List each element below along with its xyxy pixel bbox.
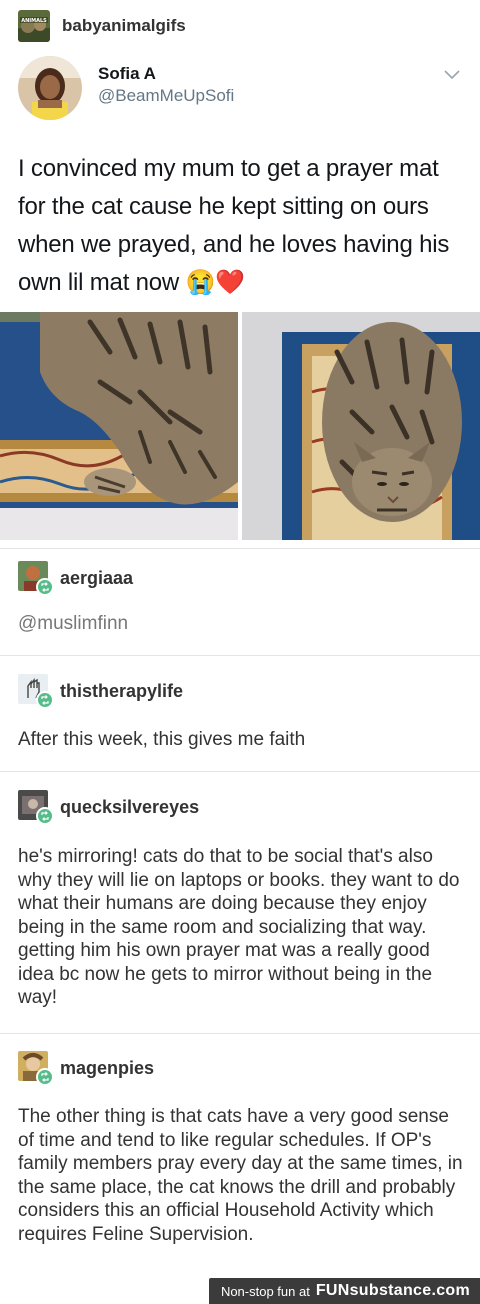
chevron-down-icon[interactable] bbox=[444, 68, 460, 80]
reblog-username[interactable]: thistherapylife bbox=[60, 681, 183, 702]
reblog-username[interactable]: quecksilvereyes bbox=[60, 797, 199, 818]
reblog-text: he's mirroring! cats do that to be socia… bbox=[18, 846, 460, 1008]
reblog-icon bbox=[36, 691, 54, 709]
divider bbox=[0, 548, 480, 549]
reblog-icon bbox=[36, 1068, 54, 1086]
footer-watermark[interactable]: Non-stop fun at FUNsubstance.com bbox=[208, 1278, 480, 1304]
divider bbox=[0, 1033, 480, 1034]
cat-photo-left[interactable] bbox=[0, 312, 238, 540]
divider bbox=[0, 771, 480, 772]
reblog-icon bbox=[36, 578, 54, 596]
reblog-header: magenpies bbox=[18, 1050, 154, 1086]
footer-text: Non-stop fun at bbox=[220, 1283, 310, 1299]
post-header: ANIMALS babyanimalgifs bbox=[18, 10, 186, 42]
tweet-photos bbox=[0, 312, 480, 540]
reblog-text: After this week, this gives me faith bbox=[18, 729, 306, 750]
avatar[interactable] bbox=[18, 790, 54, 825]
cat-photo-right[interactable] bbox=[242, 312, 480, 540]
reblog-header: quecksilvereyes bbox=[18, 789, 199, 825]
tweet-author-name[interactable]: Sofia A bbox=[98, 64, 156, 84]
avatar[interactable]: ANIMALS bbox=[18, 10, 50, 42]
avatar[interactable] bbox=[18, 674, 54, 709]
svg-text:ANIMALS: ANIMALS bbox=[21, 18, 47, 24]
post-username[interactable]: babyanimalgifs bbox=[62, 16, 186, 36]
reblog-icon bbox=[36, 807, 54, 825]
tweet-text: I convinced my mum to get a prayer mat f… bbox=[18, 155, 450, 296]
tweet-header: Sofia A @BeamMeUpSofi bbox=[18, 56, 462, 120]
reblog-text[interactable]: @muslimfinn bbox=[18, 612, 466, 636]
tweet-author-handle[interactable]: @BeamMeUpSofi bbox=[98, 86, 234, 106]
footer-brand: FUNsubstance.com bbox=[315, 1282, 470, 1299]
divider bbox=[0, 655, 480, 656]
footer: Non-stop fun at FUNsubstance.com bbox=[0, 1276, 480, 1304]
avatar[interactable] bbox=[18, 1051, 54, 1086]
reblog-username[interactable]: aergiaaa bbox=[60, 568, 133, 589]
reblog-username[interactable]: magenpies bbox=[60, 1058, 154, 1079]
avatar[interactable] bbox=[18, 561, 54, 596]
reblog-text: The other thing is that cats have a very… bbox=[18, 1106, 463, 1245]
reblog-header: thistherapylife bbox=[18, 673, 183, 709]
tweet-avatar[interactable] bbox=[18, 56, 82, 120]
reblog-header: aergiaaa bbox=[18, 560, 133, 596]
